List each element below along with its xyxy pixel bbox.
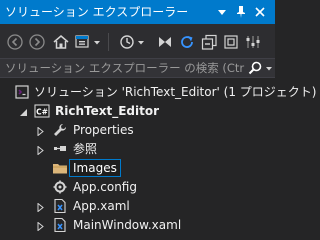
dropdown-arrow-icon[interactable]	[214, 4, 230, 20]
home-icon[interactable]	[52, 33, 70, 51]
mainwindow-xaml-label: MainWindow.xaml	[73, 218, 182, 232]
pending-changes-dropdown-icon[interactable]	[136, 33, 146, 51]
sync-icon[interactable]	[156, 33, 174, 51]
show-all-files-icon[interactable]	[222, 33, 240, 51]
refresh-icon[interactable]	[178, 33, 196, 51]
project-label: RichText_Editor	[55, 104, 160, 118]
expand-arrow-icon[interactable]	[36, 201, 45, 213]
references-label: 参照	[73, 142, 98, 156]
wrench-icon	[52, 122, 68, 138]
xaml-file-icon	[52, 217, 68, 233]
properties-label: Properties	[73, 123, 134, 137]
title-bar: ソリューション エクスプローラー	[0, 0, 275, 24]
search-input[interactable]	[0, 59, 245, 77]
expand-arrow-icon[interactable]	[36, 144, 45, 156]
xaml-file-icon	[52, 198, 68, 214]
switch-views-dropdown-icon[interactable]	[92, 33, 102, 51]
toolbar-separator	[108, 33, 109, 51]
switch-views-icon[interactable]	[74, 33, 92, 51]
folder-icon	[52, 160, 68, 176]
search-box[interactable]	[0, 58, 275, 78]
solution-icon	[14, 84, 30, 100]
toolbar	[0, 24, 275, 58]
solution-label: ソリューション 'RichText_Editor' (1 プロジェクト)	[34, 85, 317, 99]
svg-text:C#: C#	[36, 108, 48, 117]
collapse-all-icon[interactable]	[200, 33, 218, 51]
search-options-dropdown-icon[interactable]	[265, 60, 273, 76]
pending-changes-icon[interactable]	[118, 33, 136, 51]
images-rename-field[interactable]: Images	[69, 159, 121, 177]
app-config-label: App.config	[73, 180, 137, 194]
expand-arrow-icon[interactable]	[36, 220, 45, 232]
csharp-project-icon: C#	[34, 103, 50, 119]
close-icon[interactable]	[252, 4, 268, 20]
properties-icon[interactable]	[244, 33, 262, 51]
references-icon	[52, 141, 68, 157]
search-icon[interactable]	[247, 60, 263, 76]
back-icon[interactable]	[6, 33, 24, 51]
forward-icon[interactable]	[28, 33, 46, 51]
expand-arrow-icon[interactable]	[36, 125, 45, 137]
pin-icon[interactable]	[233, 4, 249, 20]
collapse-arrow-icon[interactable]	[19, 106, 28, 116]
panel-title: ソリューション エクスプローラー	[5, 5, 189, 19]
config-file-icon	[52, 179, 68, 195]
tree-item-mainwindow-xaml[interactable]: MainWindow.xaml	[0, 214, 275, 236]
app-xaml-label: App.xaml	[73, 199, 130, 213]
